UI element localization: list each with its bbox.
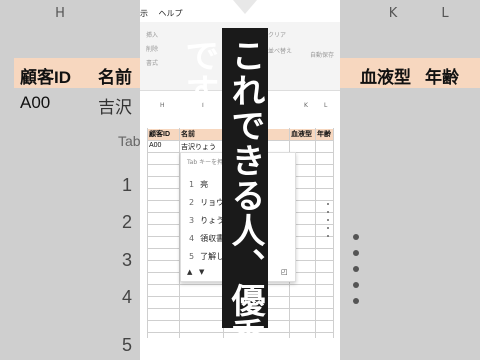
ime-scroll-dot (327, 227, 329, 229)
ime-scroll-dot (327, 211, 329, 213)
menu-item-help[interactable]: ヘルプ (159, 9, 183, 18)
ime-up-arrow-icon[interactable]: ▲ (187, 268, 192, 276)
bg-num-4: 4 (122, 287, 133, 307)
bg-num-2: 2 (122, 212, 133, 232)
grid-line (333, 128, 334, 338)
ime-candidate[interactable]: 1亮 (189, 179, 208, 190)
grid-line (315, 128, 316, 338)
bg-header-blood: 血液型 (360, 68, 411, 87)
ime-scroll-dot (327, 203, 329, 205)
bg-scroll-dot (353, 250, 359, 256)
caption-text: これできる人、優秀です。 (179, 38, 265, 353)
ribbon-sort[interactable]: 並べ替え (268, 46, 292, 55)
header-cell-age[interactable]: 年齢 (315, 129, 333, 140)
bg-num-1: 1 (122, 175, 133, 195)
header-cell-customer-id[interactable]: 顧客ID (147, 129, 179, 140)
bg-col-header-h: H (55, 6, 65, 21)
ime-candidate-text: りょう (200, 216, 225, 225)
ime-scroll-dot (327, 219, 329, 221)
ime-candidate[interactable]: 4 領収書 (189, 233, 224, 244)
cell-customer-id[interactable]: A00 (149, 142, 161, 149)
bg-tab-hint: Tab (118, 133, 141, 149)
col-header-k[interactable]: K (304, 102, 308, 109)
menu-bar: 示 ヘルプ (140, 8, 191, 19)
bg-num-5: 5 (122, 335, 133, 355)
bg-scroll-dot (353, 266, 359, 272)
ime-scroll-dot (327, 235, 329, 237)
ime-candidate-text: リョウ (200, 198, 225, 207)
ribbon-insert[interactable]: 挿入 (146, 30, 158, 39)
menu-item-view[interactable]: 示 (140, 9, 148, 18)
ime-down-arrow-icon[interactable]: ▼ (199, 268, 204, 276)
ribbon-delete[interactable]: 削除 (146, 44, 158, 53)
ime-candidate-text: 亮 (200, 180, 209, 189)
ime-candidate[interactable]: 3 りょう (189, 215, 224, 226)
bg-header-age: 年齢 (425, 68, 459, 87)
bg-col-header-l: L (441, 6, 449, 21)
ime-candidate-number: 2 (189, 198, 195, 207)
col-header-h[interactable]: H (160, 102, 165, 109)
bg-col-header-k: K (388, 6, 398, 21)
ime-candidate-number: 4 (189, 234, 195, 243)
ime-candidate-number: 3 (189, 216, 195, 225)
ime-candidate-text: 領収書 (200, 234, 225, 243)
ime-candidate-number: 1 (189, 180, 195, 189)
bg-scroll-dot (353, 282, 359, 288)
ribbon-autosave[interactable]: 自動保存 (310, 50, 334, 59)
header-cell-blood-type[interactable]: 血液型 (289, 129, 315, 140)
caption-pointer-icon (233, 0, 257, 14)
col-header-l[interactable]: L (324, 102, 327, 109)
bg-header-id: 顧客ID (20, 68, 71, 87)
bg-row1-id: A00 (20, 93, 51, 112)
grid-line (147, 128, 148, 338)
ribbon-clear[interactable]: クリア (268, 30, 286, 39)
ime-candidate-number: 5 (189, 252, 195, 261)
bg-num-3: 3 (122, 250, 133, 270)
ime-expand-icon[interactable]: ◰ (281, 268, 288, 276)
ime-candidate[interactable]: 2 リョウ (189, 197, 224, 208)
ribbon-format[interactable]: 書式 (146, 58, 158, 67)
bg-scroll-dot (353, 234, 359, 240)
bg-header-name: 名前 (98, 68, 132, 87)
bg-scroll-dot (353, 298, 359, 304)
bg-row1-name: 吉沢 (98, 98, 132, 117)
